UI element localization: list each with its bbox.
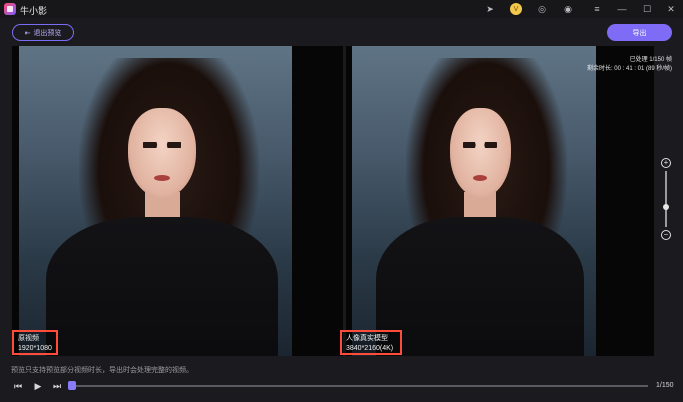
previous-frame-icon[interactable]: ⏮ (12, 380, 24, 392)
zoom-thumb[interactable] (663, 204, 669, 210)
preview-notice: 预览只支持预览部分视频时长，导出时会处理完整的视频。 (11, 367, 193, 374)
enhanced-video-frame (352, 46, 596, 356)
original-label-title: 原视频 (18, 335, 39, 342)
preview-toolbar: ⇤ 退出预览 导出 (0, 18, 683, 46)
zoom-slider[interactable]: + − (660, 158, 672, 240)
model-resolution: 3840*2160(4K) (346, 345, 394, 352)
menu-icon[interactable]: ≡ (591, 3, 603, 15)
original-label: 原视频 1920*1080 (12, 330, 58, 355)
export-button[interactable]: 导出 (607, 24, 672, 41)
close-icon[interactable]: ✕ (665, 3, 677, 15)
maximize-icon[interactable]: ☐ (641, 3, 653, 15)
exit-preview-button[interactable]: ⇤ 退出预览 (12, 24, 74, 41)
exit-preview-label: 退出预览 (33, 29, 62, 37)
play-icon[interactable]: ▶ (32, 380, 44, 392)
timeline-track[interactable] (72, 385, 648, 387)
original-preview-pane (12, 46, 343, 356)
frame-counter: 1/150 (656, 382, 674, 389)
headset-icon[interactable]: ◎ (536, 3, 548, 15)
remaining-time: 剩余时长: 00 : 41 : 01 (89 秒/帧) (586, 66, 672, 72)
minimize-icon[interactable]: — (616, 3, 628, 15)
send-icon[interactable]: ➤ (484, 3, 496, 15)
exit-icon: ⇤ (24, 29, 31, 37)
zoom-in-button[interactable]: + (661, 158, 671, 168)
timeline-playhead[interactable] (68, 381, 76, 390)
coin-icon[interactable]: ◉ (562, 3, 574, 15)
model-label-title: 人像真实模型 (346, 335, 388, 342)
next-frame-icon[interactable]: ⏭ (51, 380, 63, 392)
vip-icon[interactable]: V (510, 3, 522, 15)
title-bar: 牛小影 ➤ V ◎ ◉ ≡ — ☐ ✕ (0, 0, 683, 18)
app-title: 牛小影 (20, 6, 48, 16)
model-label: 人像真实模型 3840*2160(4K) (340, 330, 402, 355)
processing-stats: 已处理 1/150 帧 剩余时长: 00 : 41 : 01 (89 秒/帧) (560, 56, 672, 74)
playback-controls: ⏮ ▶ ⏭ 1/150 (0, 376, 683, 396)
zoom-out-button[interactable]: − (661, 230, 671, 240)
original-video-frame (19, 46, 292, 356)
original-resolution: 1920*1080 (18, 345, 52, 352)
zoom-track[interactable] (665, 171, 667, 227)
app-logo-icon (4, 3, 16, 15)
enhanced-preview-pane (346, 46, 654, 356)
processed-frames: 已处理 1/150 帧 (629, 57, 672, 63)
